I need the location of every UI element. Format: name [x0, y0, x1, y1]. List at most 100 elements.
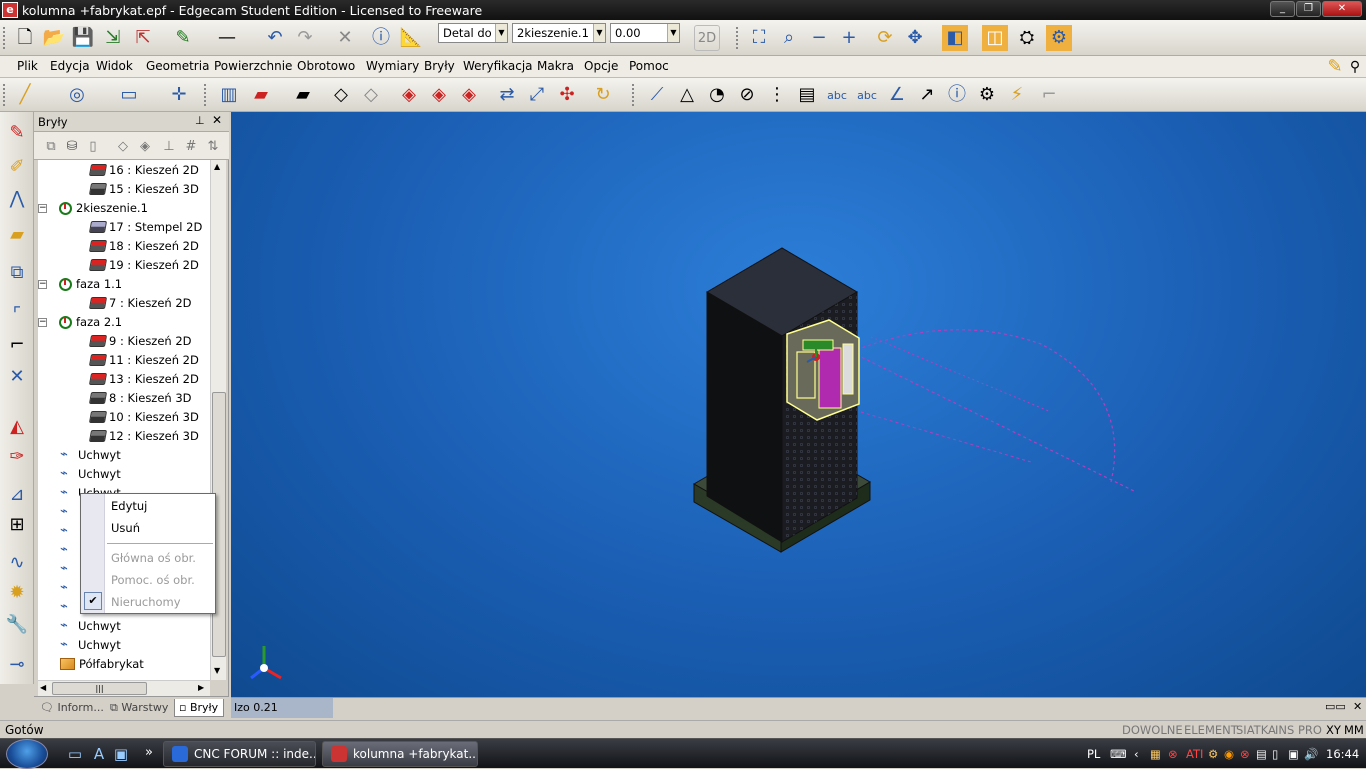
- point-icon[interactable]: ✛: [166, 82, 192, 108]
- pin-panel-icon[interactable]: ⊥: [195, 114, 205, 127]
- tree-item[interactable]: 8 : Kieszeń 3D: [88, 389, 192, 407]
- tray-expand-icon[interactable]: ‹: [1134, 747, 1139, 761]
- tree-item[interactable]: ⌁: [60, 560, 78, 578]
- color-picker-icon[interactable]: ✎: [170, 25, 196, 51]
- tree-item[interactable]: − 2kieszenie.1: [38, 199, 148, 217]
- hatch-icon[interactable]: ▤: [794, 82, 820, 108]
- detail-combo[interactable]: Detal do c ▼: [438, 23, 508, 43]
- feature-finder-icon[interactable]: ▥: [216, 82, 242, 108]
- menu-main-axis-item[interactable]: Główna oś obr.: [111, 551, 196, 565]
- menu-bryly[interactable]: Bryły: [424, 59, 455, 73]
- line-icon[interactable]: ╱: [12, 82, 38, 108]
- menu-powierzchnie[interactable]: Powierzchnie: [214, 59, 292, 73]
- tree-item[interactable]: 15 : Kieszeń 3D: [88, 180, 199, 198]
- hscroll-thumb[interactable]: |||: [52, 682, 147, 695]
- extract-red-icon[interactable]: ◈: [396, 82, 422, 108]
- import-icon[interactable]: ⇲: [100, 25, 126, 51]
- zigzag-icon[interactable]: ∿: [4, 550, 30, 576]
- close-view-icon[interactable]: ✕: [1353, 700, 1362, 713]
- tree-item[interactable]: ⌁ Uchwyt: [60, 636, 121, 654]
- tab-layers[interactable]: ⧉ Warstwy: [106, 699, 172, 717]
- collapse-icon[interactable]: −: [38, 317, 47, 327]
- tab-solids[interactable]: ▫ Bryły: [174, 699, 224, 717]
- indicator-siatka[interactable]: SIATKA: [1236, 723, 1276, 737]
- tree-item[interactable]: ⌁: [60, 541, 78, 559]
- dimension-radius-icon[interactable]: ◔: [704, 82, 730, 108]
- tree-item[interactable]: ⌁ Uchwyt: [60, 617, 121, 635]
- solid-edge-icon[interactable]: ◇: [358, 82, 384, 108]
- zoom-dynamic-icon[interactable]: ⌕: [776, 25, 802, 51]
- rectangle-icon[interactable]: ▭: [116, 82, 142, 108]
- scale-icon[interactable]: ⤢: [524, 82, 550, 108]
- pin-icon[interactable]: ⚲: [1342, 54, 1366, 80]
- tree-item[interactable]: 7 : Kieszeń 2D: [88, 294, 192, 312]
- weld-icon[interactable]: ⚙: [974, 82, 1000, 108]
- new-file-icon[interactable]: 🗋: [12, 25, 38, 51]
- refresh-icon[interactable]: ↻: [590, 82, 616, 108]
- simulate-icon[interactable]: ⛭: [1014, 25, 1040, 51]
- stock-view-icon[interactable]: ◫: [982, 25, 1008, 51]
- wrench-icon[interactable]: 🔧: [4, 612, 30, 638]
- menu-widok[interactable]: Widok: [96, 59, 133, 73]
- menu-aux-axis-item[interactable]: Pomoc. oś obr.: [111, 573, 195, 587]
- solid-view-icon[interactable]: ◧: [942, 25, 968, 51]
- start-button[interactable]: [6, 739, 48, 769]
- pan-icon[interactable]: ✥: [902, 25, 928, 51]
- zoom-in-icon[interactable]: +: [836, 25, 862, 51]
- rotate-view-icon[interactable]: ⟳: [872, 25, 898, 51]
- tree-item[interactable]: 17 : Stempel 2D: [88, 218, 202, 236]
- open-folder-icon[interactable]: 📂: [41, 25, 67, 51]
- zoom-window-icon[interactable]: ⛶: [746, 25, 772, 51]
- path-icon[interactable]: ⋀: [4, 186, 30, 212]
- delete-icon[interactable]: ✕: [332, 25, 358, 51]
- scroll-up-arrow[interactable]: ▲: [214, 162, 220, 171]
- menu-opcje[interactable]: Opcje: [584, 59, 618, 73]
- battery-icon[interactable]: ▯: [1272, 747, 1278, 761]
- tree-item[interactable]: 19 : Kieszeń 2D: [88, 256, 199, 274]
- indicator-element[interactable]: ELEMENT: [1184, 723, 1238, 737]
- tree-item[interactable]: 11 : Kieszeń 2D: [88, 351, 199, 369]
- dimension-linear-icon[interactable]: ⟋: [644, 82, 670, 108]
- menu-geometria[interactable]: Geometria: [146, 59, 209, 73]
- tree-sort-icon[interactable]: ⇅: [200, 133, 226, 159]
- menu-delete-item[interactable]: Usuń: [111, 521, 140, 535]
- tree-item[interactable]: 9 : Kieszeń 2D: [88, 332, 192, 350]
- language-indicator[interactable]: PL: [1087, 747, 1100, 761]
- indicator-pro[interactable]: PRO: [1298, 723, 1322, 737]
- tree-horizontal-scrollbar[interactable]: ◀ ||| ▶: [38, 680, 210, 696]
- tree-item[interactable]: 18 : Kieszeń 2D: [88, 237, 199, 255]
- maximize-button[interactable]: ❐: [1296, 1, 1321, 17]
- tree-item[interactable]: ⌁: [60, 579, 78, 597]
- tab-information[interactable]: 🗨 Inform...: [36, 699, 104, 717]
- menu-wymiary[interactable]: Wymiary: [366, 59, 419, 73]
- pocket-3d-icon[interactable]: ▰: [290, 82, 316, 108]
- trim-icon[interactable]: ✕: [4, 364, 30, 390]
- fillet-icon[interactable]: ⌜: [4, 302, 30, 328]
- grid-icon[interactable]: ⊞: [4, 512, 30, 538]
- intersect-icon[interactable]: ◭: [4, 414, 30, 440]
- dimension-diameter-icon[interactable]: ⊘: [734, 82, 760, 108]
- info-icon[interactable]: ⓘ: [368, 25, 394, 51]
- value-combo[interactable]: 0.00 ▼: [610, 23, 680, 43]
- menu-edycja[interactable]: Edycja: [50, 59, 90, 73]
- draw-pen-icon[interactable]: ✐: [4, 154, 30, 180]
- menu-makra[interactable]: Makra: [537, 59, 574, 73]
- menu-plik[interactable]: Plik: [17, 59, 38, 73]
- mirror-icon[interactable]: ✣: [554, 82, 580, 108]
- tree-tool5-icon[interactable]: ◈: [132, 133, 158, 159]
- tray-ati-icon[interactable]: ATI: [1186, 747, 1203, 761]
- tree-item[interactable]: ⌁ Uchwyt: [60, 446, 121, 464]
- arrow-icon[interactable]: ↗: [914, 82, 940, 108]
- group-icon[interactable]: ⧉: [4, 260, 30, 286]
- tree-item[interactable]: ⌁ Uchwyt: [60, 465, 121, 483]
- probe-icon[interactable]: ✑: [4, 444, 30, 470]
- redo-icon[interactable]: ↷: [292, 25, 318, 51]
- view-2d-button[interactable]: 2D: [694, 25, 720, 51]
- transform-icon[interactable]: ⇄: [494, 82, 520, 108]
- tree-item[interactable]: ⌁: [60, 598, 78, 616]
- stair-icon[interactable]: ⌐: [1036, 82, 1062, 108]
- tree-item[interactable]: 16 : Kieszeń 2D: [88, 161, 199, 179]
- close-button[interactable]: ✕: [1322, 1, 1362, 17]
- tray-app-icon[interactable]: ▦: [1150, 747, 1161, 761]
- taskbar-item-cnc-forum[interactable]: CNC FORUM :: inde...: [163, 741, 316, 767]
